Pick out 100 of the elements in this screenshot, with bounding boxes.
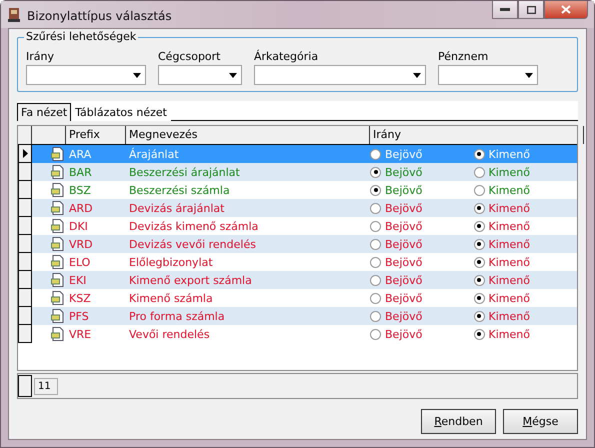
name-cell-text: Devizás vevői rendelés xyxy=(128,238,257,250)
row-header[interactable] xyxy=(18,307,32,325)
prefix-cell-text: DKI xyxy=(68,220,89,232)
radio-button[interactable] xyxy=(474,256,484,268)
radio-label: Kimenő xyxy=(488,256,530,268)
radio-button[interactable] xyxy=(474,220,484,232)
prefix-cell-text: ELO xyxy=(68,256,92,268)
radio-button[interactable] xyxy=(370,148,381,160)
column-header[interactable]: Megnevezés xyxy=(126,126,370,144)
minimize-button[interactable] xyxy=(492,1,518,19)
record-count: 11 xyxy=(34,378,58,394)
prefix-cell-text: BAR xyxy=(68,166,93,178)
radio-label: Kimenő xyxy=(488,148,530,160)
radio-label: Kimenő xyxy=(488,310,530,322)
radio-label: Kimenő xyxy=(488,184,530,196)
radio-label: Kimenő xyxy=(488,202,530,214)
radio-button[interactable] xyxy=(474,148,484,160)
table-row[interactable]: VRD Devizás vevői rendelés Bejövő Kimenő xyxy=(18,235,577,253)
radio-button[interactable] xyxy=(370,292,381,304)
radio-label: Bejövő xyxy=(385,274,422,286)
radio-button[interactable] xyxy=(370,328,381,340)
row-header[interactable] xyxy=(18,325,32,343)
column-header[interactable]: Irány xyxy=(370,126,584,144)
table-row[interactable]: PFS Pro forma számla Bejövő Kimenő xyxy=(18,307,577,325)
column-header[interactable]: Prefix xyxy=(66,126,126,144)
group-title: Szűrési lehetőségek xyxy=(24,30,138,43)
field-label: Pénznem xyxy=(438,50,490,63)
document-icon xyxy=(51,327,64,341)
field-label: Árkategória xyxy=(254,50,320,63)
table-row[interactable]: EKI Kimenő export számla Bejövő Kimenő xyxy=(18,271,577,289)
radio-button[interactable] xyxy=(370,202,381,214)
radio-button[interactable] xyxy=(370,256,381,268)
table-row[interactable]: BAR Beszerzési árajánlat Bejövő Kimenő xyxy=(18,163,577,181)
radio-button[interactable] xyxy=(370,220,381,232)
name-cell-text: Kimenő export számla xyxy=(128,274,253,286)
name-cell-text: Kimenő számla xyxy=(128,292,214,304)
field-label: Irány xyxy=(26,50,55,63)
radio-button[interactable] xyxy=(370,274,381,286)
radio-button[interactable] xyxy=(474,292,484,304)
radio-label: Kimenő xyxy=(488,238,530,250)
dropdown-field[interactable] xyxy=(254,65,426,85)
table-row[interactable]: ARA Árajánlat Bejövő Kimenő xyxy=(18,145,577,163)
radio-button[interactable] xyxy=(370,238,381,250)
cancel-button[interactable]: Mégse xyxy=(503,409,578,434)
row-header[interactable] xyxy=(18,253,32,271)
radio-label: Kimenő xyxy=(488,292,530,304)
prefix-cell-text: VRD xyxy=(68,238,94,250)
prefix-cell-text: VRE xyxy=(68,328,92,340)
close-button[interactable] xyxy=(544,1,588,19)
name-cell-text: Devizás árajánlat xyxy=(128,202,226,214)
radio-button[interactable] xyxy=(370,166,381,178)
caret-icon xyxy=(133,72,141,78)
row-header[interactable] xyxy=(18,181,32,199)
tab[interactable]: Fa nézet xyxy=(17,103,72,121)
prefix-cell-text: ARD xyxy=(68,202,94,214)
table-row[interactable]: ARD Devizás árajánlat Bejövő Kimenő xyxy=(18,199,577,217)
dropdown-field[interactable] xyxy=(438,65,538,85)
radio-button[interactable] xyxy=(474,202,484,214)
caret-icon xyxy=(413,72,421,78)
row-header[interactable] xyxy=(18,235,32,253)
radio-button[interactable] xyxy=(474,274,484,286)
name-cell-text: Beszerzési számla xyxy=(128,184,231,196)
radio-label: Bejövő xyxy=(385,310,422,322)
row-header[interactable] xyxy=(18,199,32,217)
document-icon xyxy=(51,165,64,179)
radio-button[interactable] xyxy=(370,310,381,322)
row-header[interactable] xyxy=(18,145,32,163)
radio-label: Bejövő xyxy=(385,202,422,214)
radio-label: Kimenő xyxy=(488,274,530,286)
row-header[interactable] xyxy=(18,163,32,181)
dropdown-field[interactable] xyxy=(26,65,146,85)
app-icon xyxy=(7,7,21,23)
name-cell-text: Beszerzési árajánlat xyxy=(128,166,241,178)
radio-label: Bejövő xyxy=(385,220,422,232)
row-pointer-icon xyxy=(22,149,28,158)
radio-button[interactable] xyxy=(474,238,484,250)
ok-button[interactable]: Rendben xyxy=(421,409,496,434)
document-icon xyxy=(51,147,64,161)
dropdown-field[interactable] xyxy=(158,65,242,85)
name-cell-text: Pro forma számla xyxy=(128,310,226,322)
caret-icon xyxy=(525,72,533,78)
maximize-icon xyxy=(526,6,536,14)
radio-button[interactable] xyxy=(474,310,484,322)
document-icon xyxy=(51,291,64,305)
radio-label: Bejövő xyxy=(385,256,422,268)
row-header[interactable] xyxy=(18,289,32,307)
maximize-button[interactable] xyxy=(518,1,544,19)
radio-button[interactable] xyxy=(474,328,484,340)
document-icon xyxy=(51,201,64,215)
name-cell-text: Előlegbizonylat xyxy=(128,256,214,268)
row-header[interactable] xyxy=(18,217,32,235)
radio-label: Bejövő xyxy=(385,292,422,304)
radio-button[interactable] xyxy=(474,184,484,196)
document-icon xyxy=(51,273,64,287)
radio-button[interactable] xyxy=(370,184,381,196)
field-label: Cégcsoport xyxy=(158,50,222,63)
name-cell-text: Árajánlat xyxy=(128,148,180,160)
row-header[interactable] xyxy=(18,271,32,289)
radio-label: Bejövő xyxy=(385,238,422,250)
radio-button[interactable] xyxy=(474,166,484,178)
